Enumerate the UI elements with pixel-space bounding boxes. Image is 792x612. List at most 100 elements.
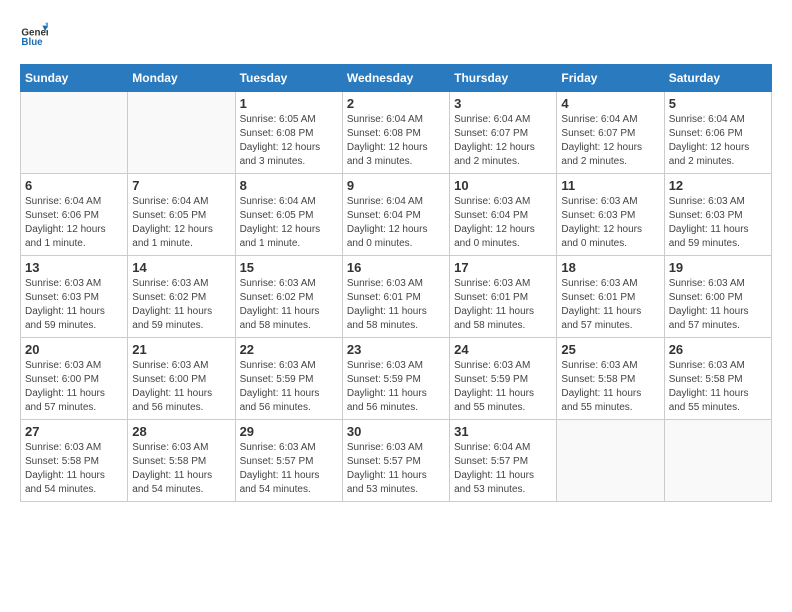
weekday-monday: Monday [128,65,235,92]
calendar-cell: 15Sunrise: 6:03 AM Sunset: 6:02 PM Dayli… [235,256,342,338]
day-info: Sunrise: 6:03 AM Sunset: 6:01 PM Dayligh… [454,277,552,333]
calendar-cell [128,92,235,174]
week-row-5: 27 Sunrise: 6:03 AM Sunset: 5:58 PM Dayli… [21,420,772,502]
calendar-cell: 16 Sunrise: 6:03 AM Sunset: 6:01 PM Dayli… [342,256,449,338]
day-number: 26 [669,342,767,357]
day-info: Sunrise: 6:04 AM Sunset: 6:05 PM Dayligh… [240,195,338,251]
calendar-cell: 30 Sunrise: 6:03 AM Sunset: 5:57 PM Dayli… [342,420,449,502]
calendar-cell [664,420,771,502]
day-info: Sunrise: 6:04 AM Sunset: 6:07 PM Dayligh… [454,113,552,169]
calendar-cell: 6 Sunrise: 6:04 AM Sunset: 6:06 PM Daylig… [21,174,128,256]
page-header: General Blue [20,20,772,48]
day-number: 12 [669,178,767,193]
weekday-wednesday: Wednesday [342,65,449,92]
day-number: 24 [454,342,552,357]
day-info: Sunrise: 6:04 AM Sunset: 6:06 PM Dayligh… [669,113,767,169]
day-number: 27 [25,424,123,439]
calendar-cell: 19Sunrise: 6:03 AM Sunset: 6:00 PM Dayli… [664,256,771,338]
day-info: Sunrise: 6:03 AM Sunset: 5:58 PM Dayligh… [669,359,767,415]
day-info: Sunrise: 6:03 AM Sunset: 6:03 PM Dayligh… [25,277,123,333]
day-number: 13 [25,260,123,275]
day-info: Sunrise: 6:03 AM Sunset: 5:57 PM Dayligh… [347,441,445,497]
day-info: Sunrise: 6:03 AM Sunset: 6:03 PM Dayligh… [669,195,767,251]
day-number: 2 [347,96,445,111]
calendar-cell: 28 Sunrise: 6:03 AM Sunset: 5:58 PM Dayli… [128,420,235,502]
day-number: 25 [561,342,659,357]
week-row-2: 6 Sunrise: 6:04 AM Sunset: 6:06 PM Daylig… [21,174,772,256]
calendar-cell: 7 Sunrise: 6:04 AM Sunset: 6:05 PM Daylig… [128,174,235,256]
calendar-cell: 1Sunrise: 6:05 AM Sunset: 6:08 PM Daylig… [235,92,342,174]
calendar-cell: 21Sunrise: 6:03 AM Sunset: 6:00 PM Dayli… [128,338,235,420]
svg-text:Blue: Blue [21,37,43,48]
day-number: 3 [454,96,552,111]
calendar-cell: 26 Sunrise: 6:03 AM Sunset: 5:58 PM Dayli… [664,338,771,420]
calendar-cell [21,92,128,174]
day-number: 16 [347,260,445,275]
week-row-4: 20Sunrise: 6:03 AM Sunset: 6:00 PM Dayli… [21,338,772,420]
calendar-body: 1Sunrise: 6:05 AM Sunset: 6:08 PM Daylig… [21,92,772,502]
weekday-saturday: Saturday [664,65,771,92]
calendar-cell: 14 Sunrise: 6:03 AM Sunset: 6:02 PM Dayli… [128,256,235,338]
weekday-header-row: SundayMondayTuesdayWednesdayThursdayFrid… [21,65,772,92]
day-info: Sunrise: 6:03 AM Sunset: 6:02 PM Dayligh… [132,277,230,333]
day-number: 30 [347,424,445,439]
calendar-cell: 10 Sunrise: 6:03 AM Sunset: 6:04 PM Dayli… [450,174,557,256]
day-number: 22 [240,342,338,357]
calendar-cell: 11 Sunrise: 6:03 AM Sunset: 6:03 PM Dayli… [557,174,664,256]
day-info: Sunrise: 6:03 AM Sunset: 6:00 PM Dayligh… [25,359,123,415]
calendar-cell: 25Sunrise: 6:03 AM Sunset: 5:58 PM Dayli… [557,338,664,420]
week-row-1: 1Sunrise: 6:05 AM Sunset: 6:08 PM Daylig… [21,92,772,174]
day-number: 14 [132,260,230,275]
day-info: Sunrise: 6:03 AM Sunset: 5:59 PM Dayligh… [454,359,552,415]
day-number: 21 [132,342,230,357]
day-info: Sunrise: 6:04 AM Sunset: 6:07 PM Dayligh… [561,113,659,169]
day-number: 15 [240,260,338,275]
calendar-table: SundayMondayTuesdayWednesdayThursdayFrid… [20,64,772,502]
calendar-cell: 8 Sunrise: 6:04 AM Sunset: 6:05 PM Daylig… [235,174,342,256]
calendar-cell: 2 Sunrise: 6:04 AM Sunset: 6:08 PM Daylig… [342,92,449,174]
day-info: Sunrise: 6:04 AM Sunset: 6:06 PM Dayligh… [25,195,123,251]
day-info: Sunrise: 6:03 AM Sunset: 6:04 PM Dayligh… [454,195,552,251]
weekday-friday: Friday [557,65,664,92]
day-info: Sunrise: 6:05 AM Sunset: 6:08 PM Dayligh… [240,113,338,169]
calendar-cell: 18Sunrise: 6:03 AM Sunset: 6:01 PM Dayli… [557,256,664,338]
day-number: 18 [561,260,659,275]
day-number: 28 [132,424,230,439]
day-info: Sunrise: 6:03 AM Sunset: 5:58 PM Dayligh… [132,441,230,497]
day-number: 10 [454,178,552,193]
logo-icon: General Blue [20,20,48,48]
day-number: 6 [25,178,123,193]
day-number: 7 [132,178,230,193]
day-number: 23 [347,342,445,357]
weekday-tuesday: Tuesday [235,65,342,92]
calendar-cell [557,420,664,502]
weekday-sunday: Sunday [21,65,128,92]
day-number: 29 [240,424,338,439]
day-info: Sunrise: 6:03 AM Sunset: 6:01 PM Dayligh… [347,277,445,333]
calendar-cell: 20Sunrise: 6:03 AM Sunset: 6:00 PM Dayli… [21,338,128,420]
calendar-cell: 29 Sunrise: 6:03 AM Sunset: 5:57 PM Dayli… [235,420,342,502]
day-info: Sunrise: 6:04 AM Sunset: 5:57 PM Dayligh… [454,441,552,497]
day-number: 31 [454,424,552,439]
weekday-thursday: Thursday [450,65,557,92]
day-number: 5 [669,96,767,111]
calendar-cell: 17 Sunrise: 6:03 AM Sunset: 6:01 PM Dayli… [450,256,557,338]
day-info: Sunrise: 6:04 AM Sunset: 6:04 PM Dayligh… [347,195,445,251]
day-number: 17 [454,260,552,275]
day-info: Sunrise: 6:04 AM Sunset: 6:08 PM Dayligh… [347,113,445,169]
calendar-cell: 9 Sunrise: 6:04 AM Sunset: 6:04 PM Daylig… [342,174,449,256]
calendar-cell: 27Sunrise: 6:03 AM Sunset: 5:58 PM Dayli… [21,420,128,502]
day-info: Sunrise: 6:04 AM Sunset: 6:05 PM Dayligh… [132,195,230,251]
day-number: 11 [561,178,659,193]
day-info: Sunrise: 6:03 AM Sunset: 6:03 PM Dayligh… [561,195,659,251]
calendar-cell: 4Sunrise: 6:04 AM Sunset: 6:07 PM Daylig… [557,92,664,174]
calendar-cell: 5 Sunrise: 6:04 AM Sunset: 6:06 PM Daylig… [664,92,771,174]
calendar-cell: 31 Sunrise: 6:04 AM Sunset: 5:57 PM Dayli… [450,420,557,502]
day-number: 9 [347,178,445,193]
day-info: Sunrise: 6:03 AM Sunset: 5:57 PM Dayligh… [240,441,338,497]
day-info: Sunrise: 6:03 AM Sunset: 5:59 PM Dayligh… [347,359,445,415]
day-number: 8 [240,178,338,193]
logo: General Blue [20,20,52,48]
calendar-cell: 13 Sunrise: 6:03 AM Sunset: 6:03 PM Dayli… [21,256,128,338]
day-number: 19 [669,260,767,275]
